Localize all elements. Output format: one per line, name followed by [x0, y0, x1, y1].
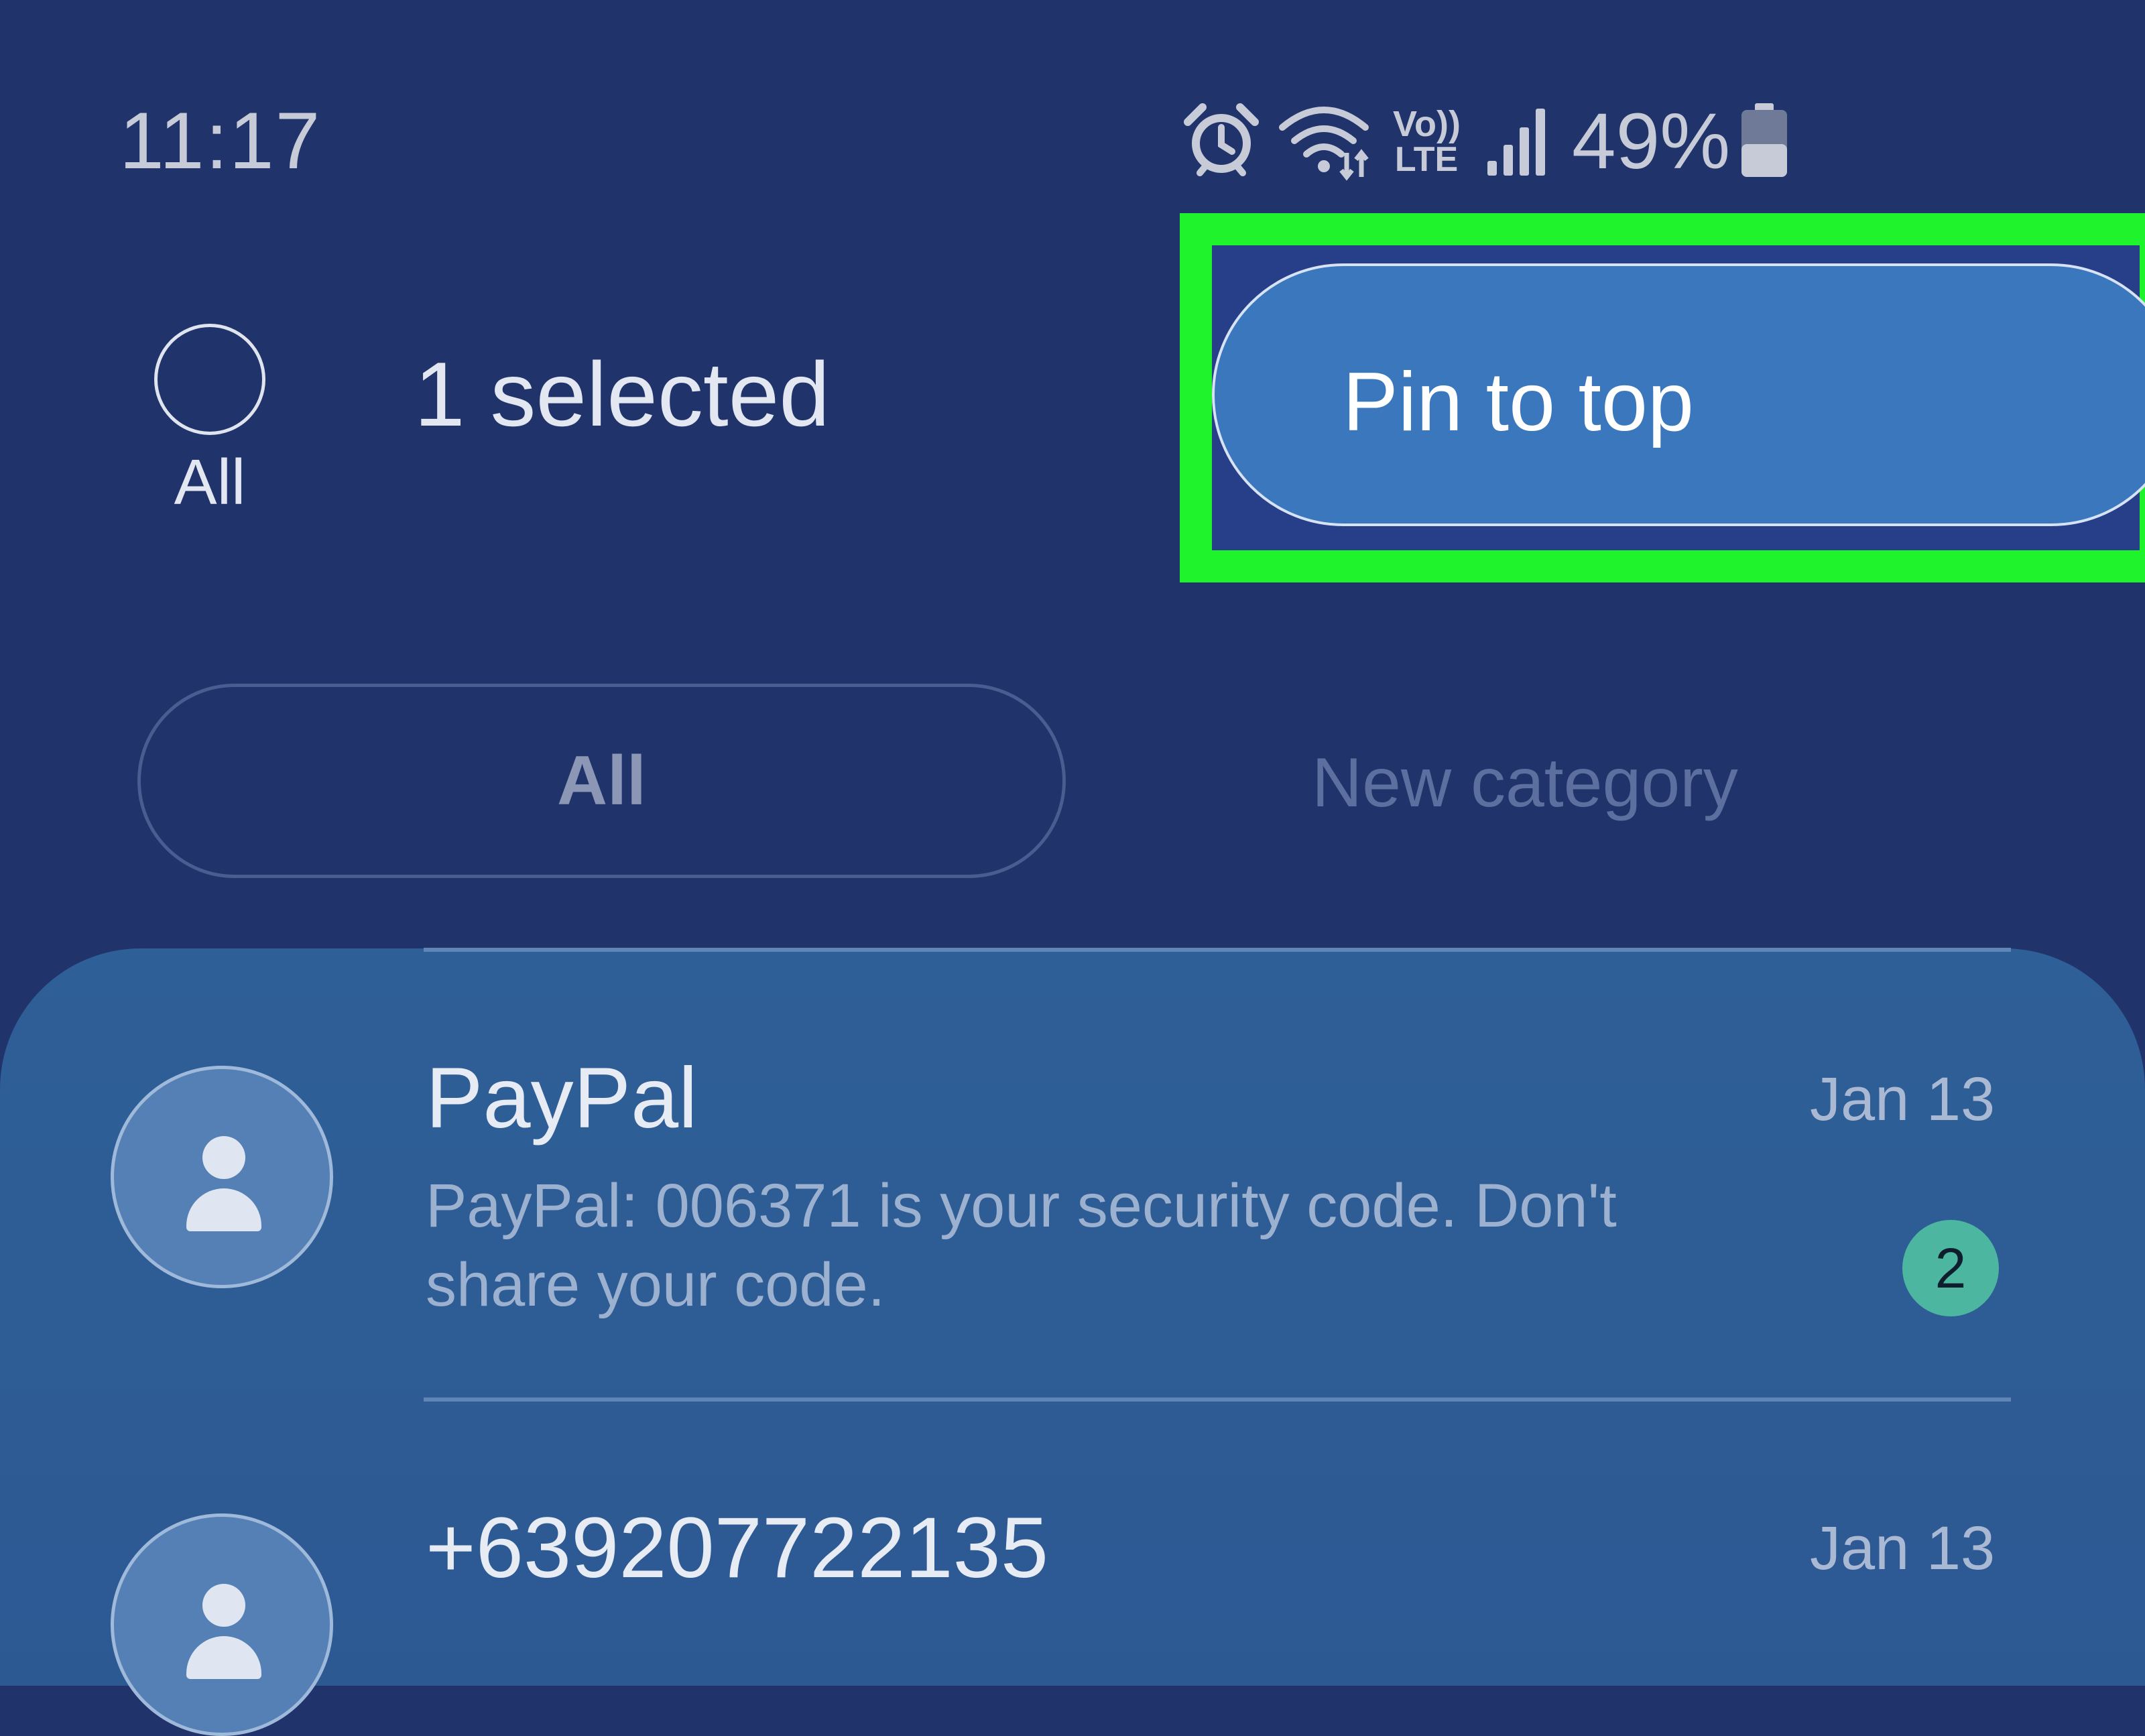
selected-count: 1 selected: [414, 343, 830, 445]
select-all-checkbox[interactable]: [154, 324, 265, 435]
battery-icon: [1741, 103, 1787, 177]
pin-to-top-label: Pin to top: [1343, 356, 1694, 448]
person-icon-head: [202, 1584, 245, 1627]
volte-top-text: Vo)): [1393, 104, 1461, 144]
alarm-icon: [1184, 103, 1259, 176]
list-divider: [424, 1398, 2011, 1402]
tab-all-label: All: [557, 741, 646, 820]
person-icon-body: [186, 1188, 261, 1231]
conversation-preview: PayPal: 006371 is your security code. Do…: [426, 1172, 1617, 1319]
person-icon-head: [202, 1136, 245, 1179]
conversation-sender: PayPal: [426, 1050, 698, 1146]
conversation-sender: +639207722135: [426, 1500, 1048, 1596]
battery-percent: 49%: [1572, 97, 1731, 186]
volte-icon: Vo)) LTE: [1393, 104, 1461, 179]
tab-all[interactable]: All: [137, 684, 1066, 878]
avatar: [111, 1066, 333, 1288]
person-icon-body: [186, 1636, 261, 1679]
avatar: [111, 1513, 333, 1736]
select-all-label: All: [174, 446, 246, 518]
tab-new-category[interactable]: New category: [1312, 748, 1738, 818]
list-divider: [424, 948, 2011, 952]
volte-bottom-text: LTE: [1394, 140, 1459, 179]
conversation-date: Jan 13: [1810, 1065, 1996, 1133]
unread-badge: 2: [1902, 1220, 1999, 1316]
conversation-date: Jan 13: [1810, 1514, 1996, 1583]
status-time: 11:17: [119, 96, 322, 186]
signal-icon: [1487, 109, 1545, 176]
wifi-icon: [1279, 107, 1369, 181]
